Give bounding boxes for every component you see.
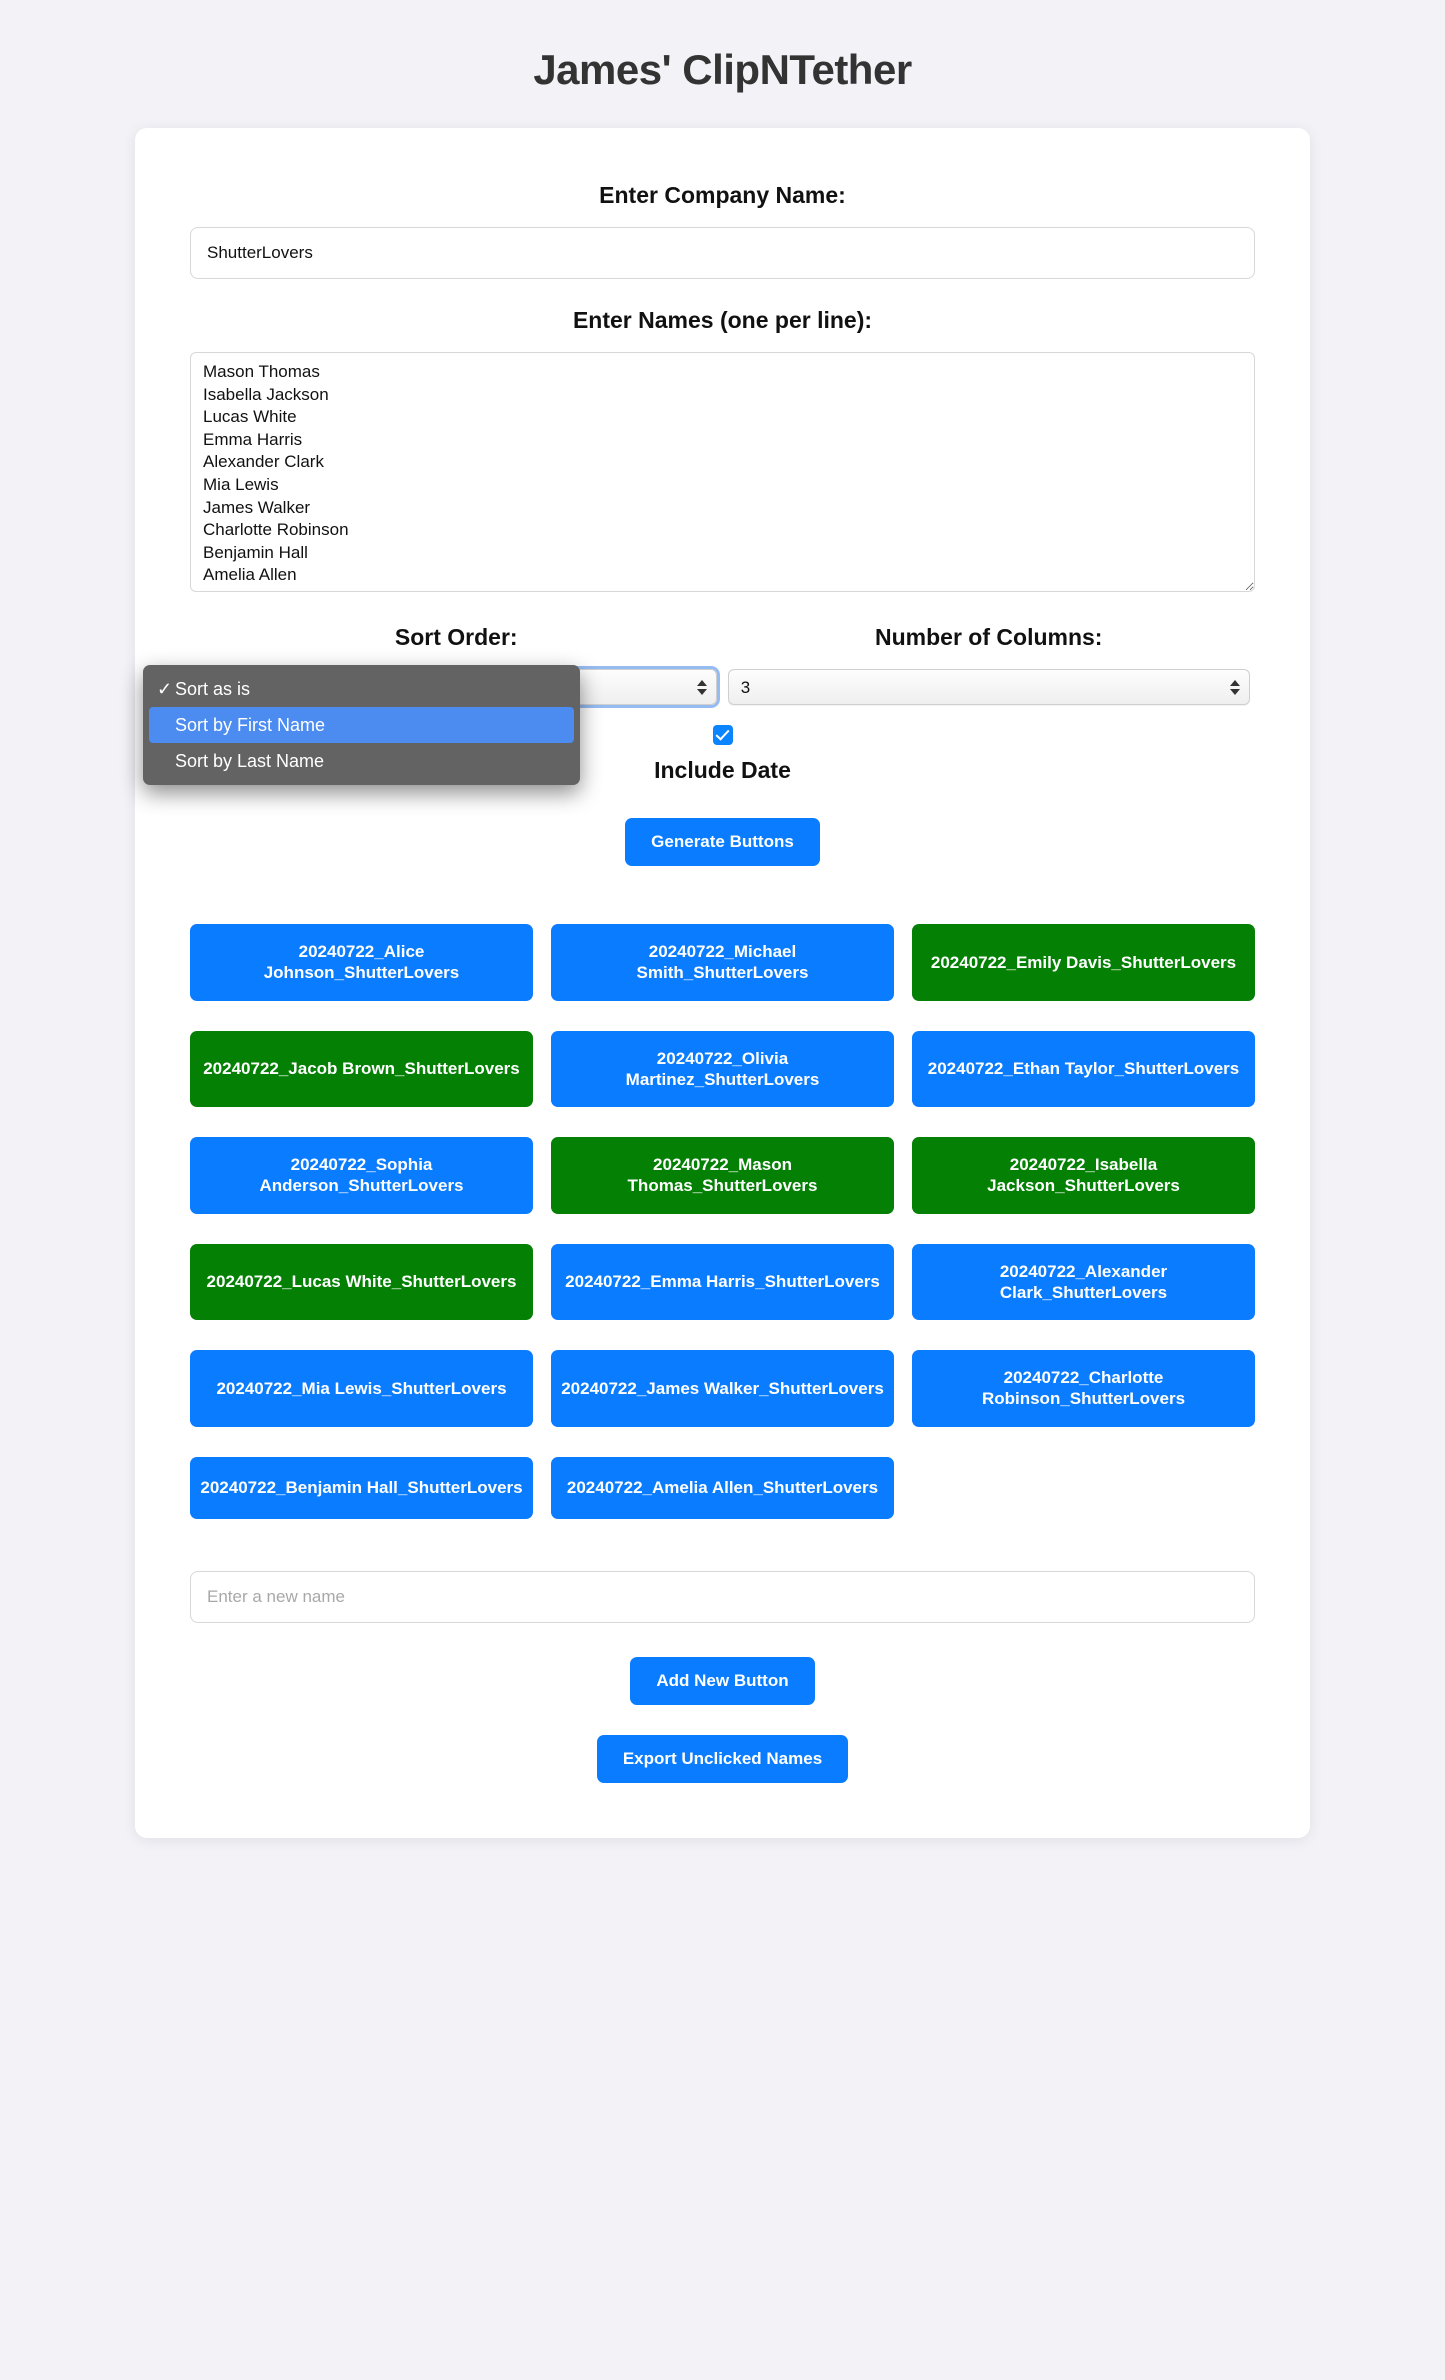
generate-row: Generate Buttons: [190, 818, 1255, 866]
new-name-input[interactable]: [190, 1570, 1255, 1623]
names-label: Enter Names (one per line):: [572, 307, 873, 333]
generated-name-button[interactable]: 20240722_Ethan Taylor_ShutterLovers: [912, 1030, 1255, 1107]
export-unclicked-names-button[interactable]: Export Unclicked Names: [596, 1734, 849, 1783]
generated-name-button[interactable]: 20240722_Charlotte Robinson_ShutterLover…: [912, 1350, 1255, 1427]
generated-name-button[interactable]: 20240722_Mia Lewis_ShutterLovers: [190, 1350, 533, 1427]
sort-order-label: Sort Order:: [394, 624, 518, 650]
dropdown-option[interactable]: Sort by First Name: [149, 707, 574, 743]
generated-name-button[interactable]: 20240722_Alice Johnson_ShutterLovers: [190, 924, 533, 1001]
columns-group: Number of Columns: 3: [723, 624, 1256, 705]
generated-buttons-grid: 20240722_Alice Johnson_ShutterLovers 2024…: [190, 924, 1255, 1519]
generated-name-button[interactable]: 20240722_Benjamin Hall_ShutterLovers: [190, 1456, 533, 1519]
columns-select[interactable]: 3: [727, 669, 1250, 705]
dropdown-option[interactable]: ✓ Sort as is: [143, 671, 580, 707]
generated-name-button[interactable]: 20240722_Olivia Martinez_ShutterLovers: [551, 1030, 894, 1107]
dropdown-option-label: Sort by First Name: [175, 715, 326, 735]
generated-name-button[interactable]: 20240722_James Walker_ShutterLovers: [551, 1350, 894, 1427]
new-name-row: [190, 1570, 1255, 1623]
generated-name-button[interactable]: 20240722_Emma Harris_ShutterLovers: [551, 1243, 894, 1320]
columns-label: Number of Columns:: [875, 624, 1103, 650]
generated-name-button[interactable]: 20240722_Lucas White_ShutterLovers: [190, 1243, 533, 1320]
company-name-input[interactable]: [190, 227, 1255, 279]
page-title: James' ClipNTether: [533, 46, 912, 93]
columns-value: 3: [740, 678, 751, 697]
generated-name-button[interactable]: 20240722_Mason Thomas_ShutterLovers: [551, 1137, 894, 1214]
generated-name-button[interactable]: 20240722_Isabella Jackson_ShutterLovers: [912, 1137, 1255, 1214]
dropdown-option-label: Sort by Last Name: [175, 751, 325, 771]
generated-name-button[interactable]: 20240722_Jacob Brown_ShutterLovers: [190, 1030, 533, 1107]
company-name-label: Enter Company Name:: [599, 182, 846, 208]
generated-name-button[interactable]: 20240722_Sophia Anderson_ShutterLovers: [190, 1137, 533, 1214]
generated-name-button[interactable]: 20240722_Emily Davis_ShutterLovers: [912, 924, 1255, 1001]
add-button-row: Add New Button: [190, 1656, 1255, 1705]
export-button-row: Export Unclicked Names: [190, 1734, 1255, 1783]
generated-name-button[interactable]: 20240722_Michael Smith_ShutterLovers: [551, 924, 894, 1001]
add-new-button[interactable]: Add New Button: [630, 1656, 815, 1705]
check-icon: ✓: [157, 679, 173, 699]
generate-buttons-button[interactable]: Generate Buttons: [625, 818, 820, 866]
dropdown-option[interactable]: Sort by Last Name: [143, 743, 580, 779]
names-textarea[interactable]: Mason Thomas Isabella Jackson Lucas Whit…: [190, 352, 1255, 592]
chevron-updown-icon: [696, 676, 708, 698]
include-date-checkbox[interactable]: [712, 725, 733, 745]
dropdown-option-label: Sort as is: [175, 679, 251, 699]
chevron-updown-icon: [1229, 676, 1241, 698]
generated-name-button[interactable]: 20240722_Amelia Allen_ShutterLovers: [551, 1456, 894, 1519]
main-card: Enter Company Name: Enter Names (one per…: [135, 128, 1310, 1838]
sort-order-dropdown-popup[interactable]: ✓ Sort as is Sort by First Name Sort by Las…: [143, 665, 580, 785]
generated-name-button[interactable]: 20240722_Alexander Clark_ShutterLovers: [912, 1243, 1255, 1320]
